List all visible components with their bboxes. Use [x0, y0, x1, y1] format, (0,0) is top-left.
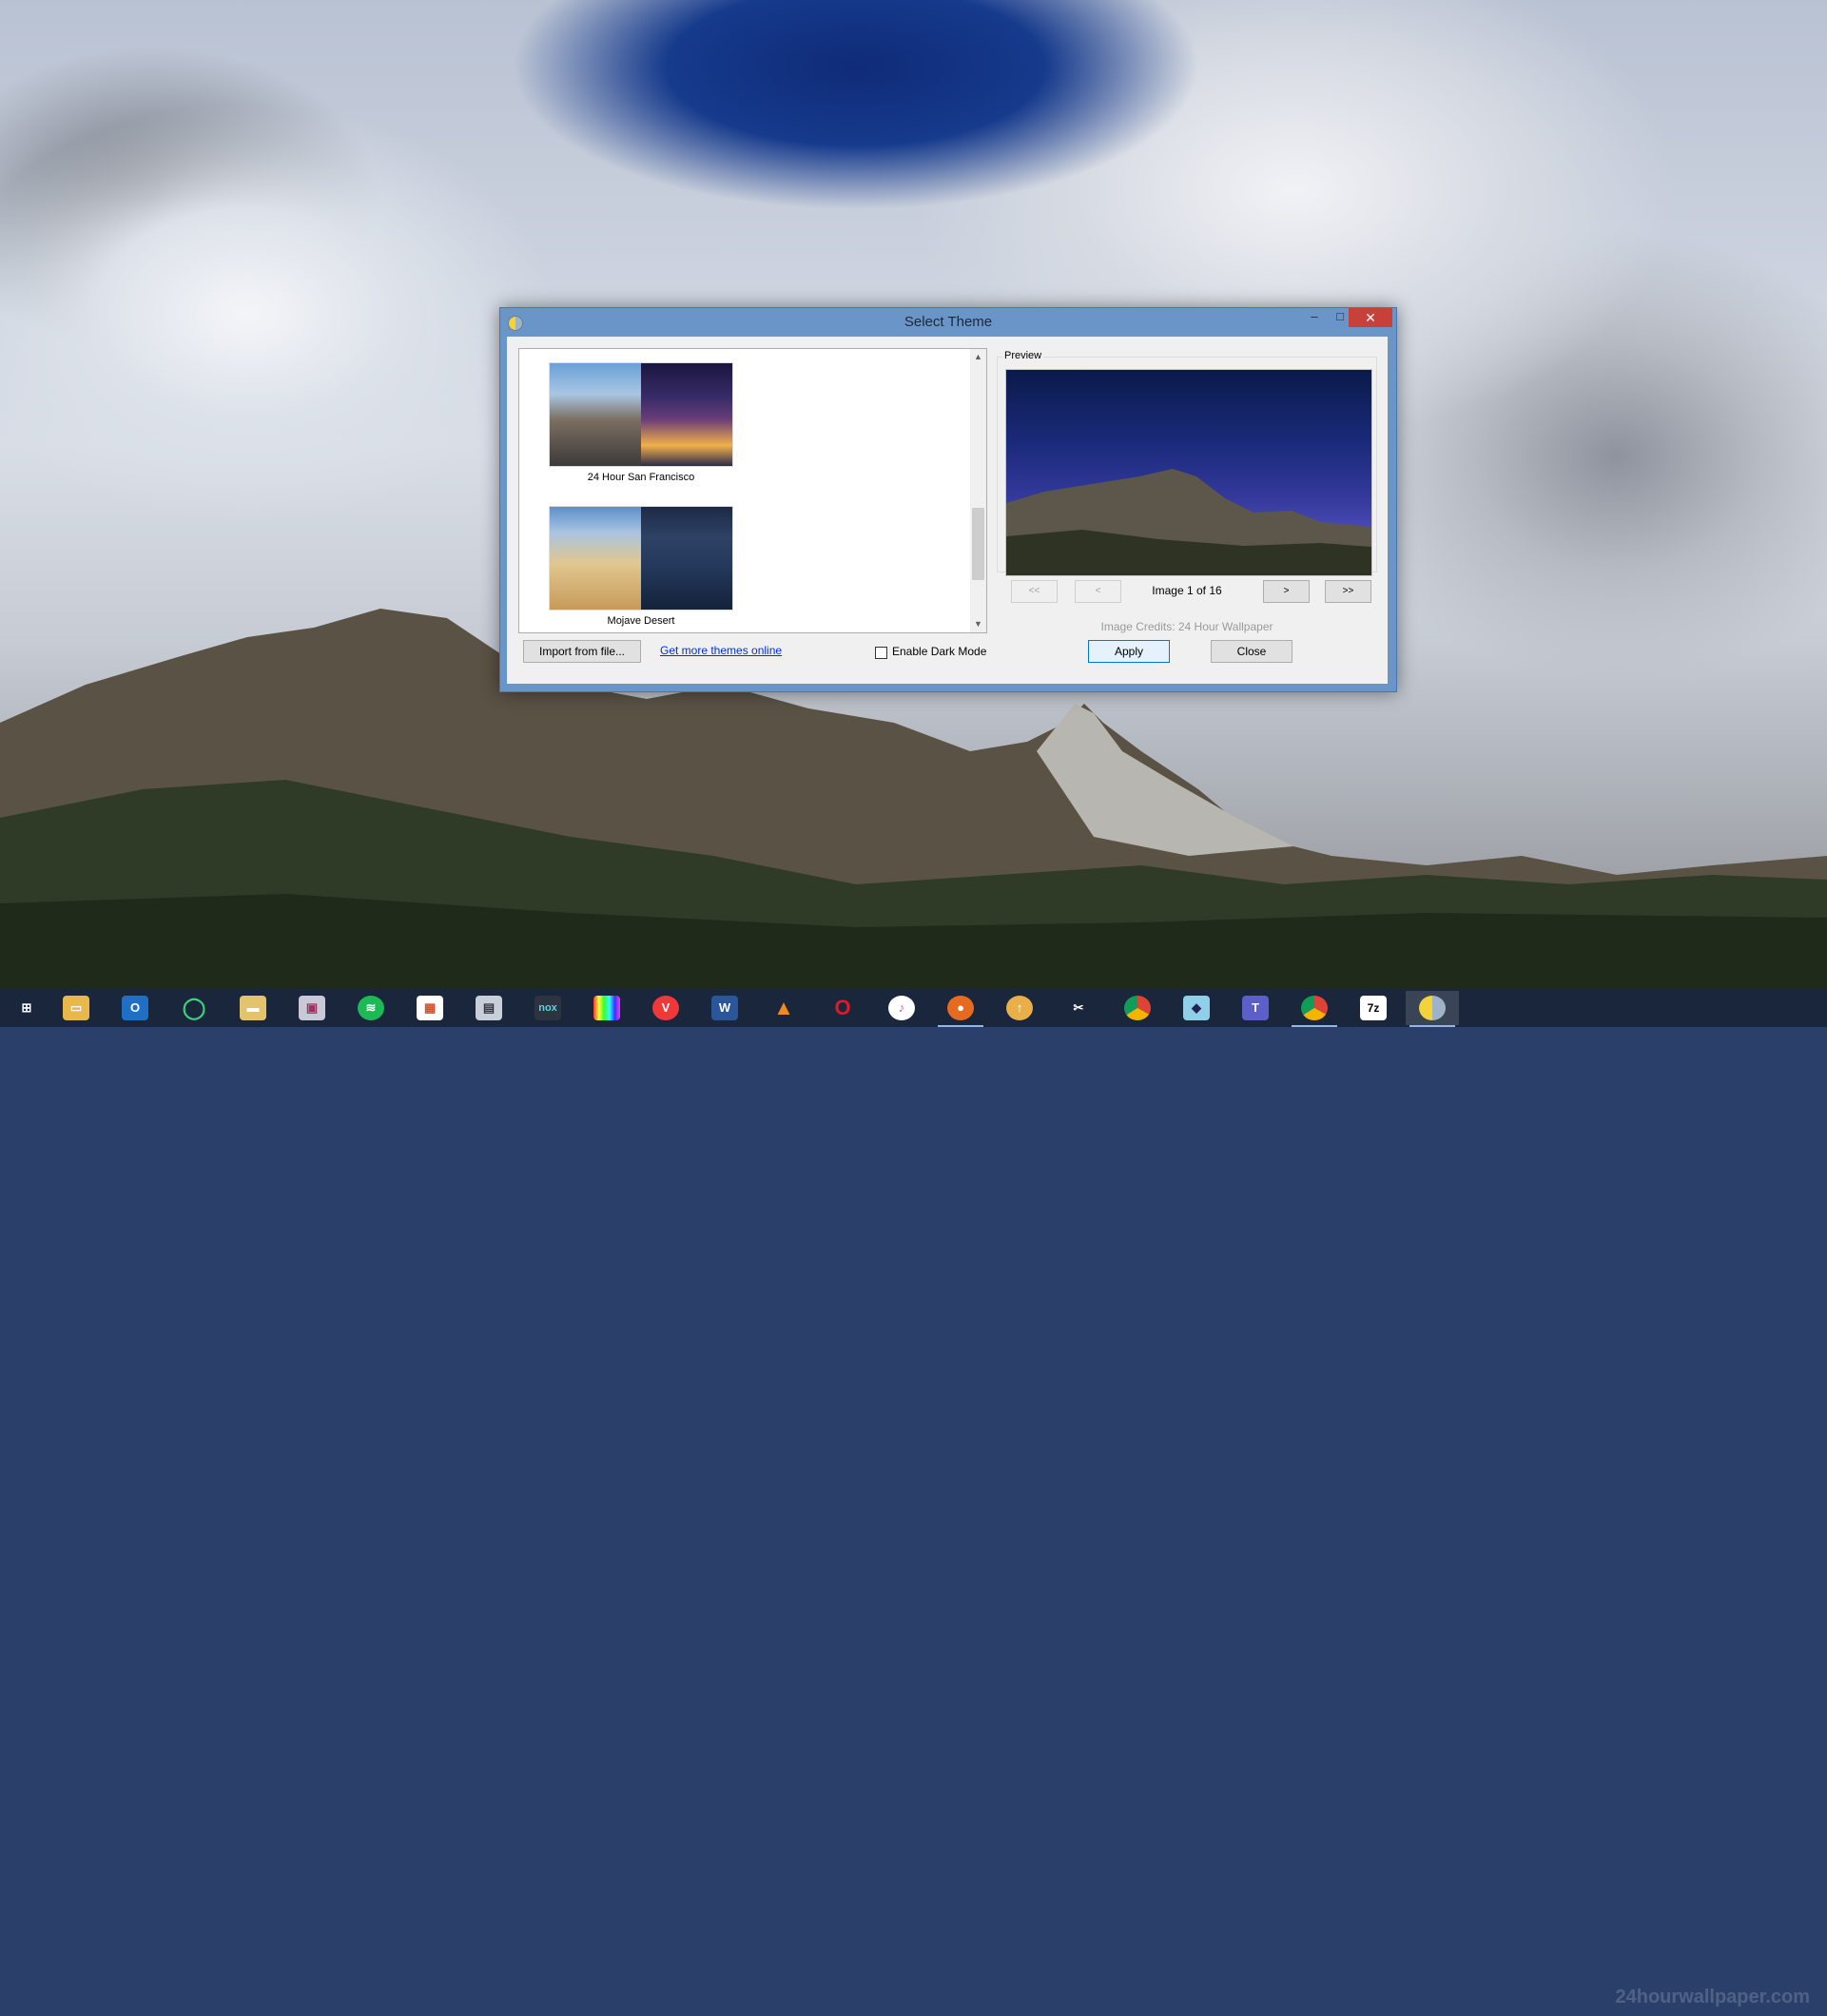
chrome-alt-icon[interactable] [1288, 991, 1341, 1027]
day-half-image [550, 507, 641, 610]
dialog-titlebar[interactable]: Select Theme – □ ✕ [500, 308, 1396, 337]
outlook-icon[interactable]: O [108, 991, 162, 1025]
opera-icon[interactable]: O [816, 991, 869, 1025]
itunes-icon[interactable]: ♪ [875, 991, 928, 1025]
screenshot-app-icon[interactable]: ▤ [462, 991, 515, 1025]
preview-label: Preview [1002, 350, 1044, 361]
first-image-button[interactable]: << [1011, 580, 1058, 603]
minimize-button[interactable]: – [1302, 308, 1327, 327]
image-counter: Image 1 of 16 [1152, 584, 1222, 597]
day-half-image [550, 363, 641, 466]
file-explorer-icon[interactable]: ▭ [49, 991, 103, 1025]
theme-thumbnail [549, 362, 733, 467]
dialog-title: Select Theme [904, 314, 993, 330]
word-icon[interactable]: W [698, 991, 751, 1025]
last-image-button[interactable]: >> [1325, 580, 1371, 603]
theme-label: 24 Hour San Francisco [587, 472, 695, 483]
theme-item-mojave[interactable]: Mojave Desert [549, 506, 733, 627]
wallpaper-app-icon[interactable] [1406, 991, 1459, 1027]
scroll-up-arrow-icon[interactable]: ▲ [970, 349, 986, 365]
chrome-icon[interactable] [1111, 991, 1164, 1025]
theme-list[interactable]: 24 Hour San Francisco Mojave Desert ▲ ▼ [518, 348, 987, 633]
scroll-thumb[interactable] [972, 508, 984, 580]
dropcloud-icon[interactable]: ↑ [993, 991, 1046, 1025]
image-credits: Image Credits: 24 Hour Wallpaper [1100, 620, 1273, 633]
folder-icon[interactable]: ▬ [226, 991, 280, 1025]
scroll-down-arrow-icon[interactable]: ▼ [970, 616, 986, 632]
nox-icon[interactable]: nox [521, 991, 574, 1025]
dark-mode-checkbox[interactable] [875, 647, 887, 659]
previous-image-button[interactable]: < [1075, 580, 1121, 603]
theme-thumbnail [549, 506, 733, 611]
import-from-file-button[interactable]: Import from file... [523, 640, 641, 663]
night-half-image [641, 507, 732, 610]
dark-mode-label[interactable]: Enable Dark Mode [892, 645, 986, 658]
dialog-client-area: 24 Hour San Francisco Mojave Desert ▲ ▼ … [507, 337, 1388, 684]
photo-app-icon[interactable]: ▣ [285, 991, 339, 1025]
theme-label: Mojave Desert [607, 615, 675, 627]
next-image-button[interactable]: > [1263, 580, 1310, 603]
night-half-image [641, 363, 732, 466]
list-scrollbar[interactable]: ▲ ▼ [970, 349, 986, 632]
colors-app-icon[interactable] [580, 991, 633, 1025]
o-ring-app-icon[interactable]: ◯ [167, 991, 221, 1025]
apply-button[interactable]: Apply [1088, 640, 1170, 663]
7zip-icon[interactable]: 7z [1347, 991, 1400, 1025]
grid-app-icon[interactable]: ▦ [403, 991, 457, 1025]
taskbar: ⊞ ▭ O ◯ ▬ ▣ ≋ ▦ ▤ nox V W ▲ O ♪ ● ↑ ✂ ◆ … [0, 989, 1827, 2007]
select-theme-dialog: Select Theme – □ ✕ 24 Hour San Francisco… [499, 307, 1397, 692]
snipping-tool-icon[interactable]: ✂ [1052, 991, 1105, 1025]
wallpaper-watermark: 24hourwallpaper.com [1615, 1987, 1810, 2007]
preview-image [1005, 369, 1372, 576]
windows-start-icon[interactable]: ⊞ [0, 991, 53, 1025]
vivaldi-icon[interactable]: V [639, 991, 692, 1025]
preview-group: Preview << < Image 1 of 16 > >> [997, 348, 1377, 616]
eraser-app-icon[interactable]: ◆ [1170, 991, 1223, 1025]
close-button[interactable]: Close [1211, 640, 1293, 663]
close-window-button[interactable]: ✕ [1349, 308, 1392, 327]
teams-icon[interactable]: T [1229, 991, 1282, 1025]
spotify-icon[interactable]: ≋ [344, 991, 398, 1025]
theme-item-san-francisco[interactable]: 24 Hour San Francisco [549, 362, 733, 483]
get-more-themes-link[interactable]: Get more themes online [660, 644, 782, 657]
vlc-icon[interactable]: ▲ [757, 991, 810, 1025]
firefox-icon[interactable]: ● [934, 991, 987, 1027]
preview-mountain-image [1006, 469, 1371, 575]
